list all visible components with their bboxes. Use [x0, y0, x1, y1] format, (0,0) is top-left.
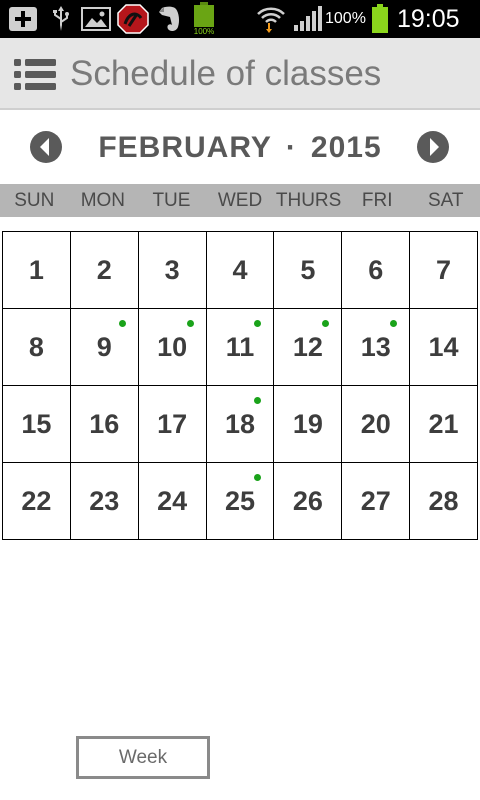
calendar-day-cell[interactable]: 5: [274, 232, 343, 309]
app-red-icon: [116, 4, 150, 34]
calendar-day-cell[interactable]: 16: [70, 386, 139, 463]
calendar-day-cell[interactable]: 20: [342, 386, 411, 463]
week-view-button[interactable]: Week: [76, 736, 210, 779]
day-number: 22: [21, 485, 52, 516]
day-number: 12: [292, 331, 323, 362]
weekday-wed: WED: [217, 190, 263, 211]
calendar-day-cell[interactable]: 7: [410, 232, 478, 309]
calendar-day-cell[interactable]: 26: [274, 463, 343, 540]
event-indicator-dot: [186, 320, 194, 327]
weekday-tue: TUE: [152, 190, 191, 211]
weekday-thurs: THURS: [275, 190, 342, 211]
day-number: 18: [224, 408, 256, 439]
month-year-separator: ·: [285, 131, 297, 164]
day-number: 9: [96, 331, 112, 362]
day-number: 23: [89, 485, 120, 516]
day-number: 20: [360, 408, 391, 439]
calendar-day-cell[interactable]: 28: [410, 463, 478, 540]
day-number: 14: [428, 331, 459, 362]
calendar-day-cell[interactable]: 17: [138, 386, 207, 463]
calendar-day-cell[interactable]: 8: [3, 309, 71, 386]
calendar-day-cell[interactable]: 25: [206, 463, 275, 540]
day-number: 26: [292, 485, 323, 516]
day-number: 10: [157, 331, 188, 362]
day-number: 4: [232, 254, 248, 285]
signal-icon: [292, 5, 324, 33]
calendar-day-cell[interactable]: 12: [274, 309, 343, 386]
calendar-day-cell[interactable]: 19: [274, 386, 343, 463]
weekday-fri: FRI: [361, 190, 393, 211]
day-number: 13: [360, 331, 391, 362]
event-indicator-dot: [118, 320, 126, 327]
add-icon: [6, 5, 40, 33]
weekday-header: SUN MON TUE WED THURS FRI SAT: [0, 184, 480, 217]
day-number: 2: [96, 254, 112, 285]
image-icon: [80, 5, 112, 33]
year: 2015: [310, 131, 382, 164]
day-number: 24: [157, 485, 188, 516]
weekday-sun: SUN: [14, 190, 55, 211]
calendar-day-cell[interactable]: 27: [342, 463, 411, 540]
calendar-day-cell[interactable]: 21: [410, 386, 478, 463]
calendar-day-cell[interactable]: 18: [206, 386, 275, 463]
calendar-day-cell[interactable]: 4: [206, 232, 275, 309]
event-indicator-dot: [390, 320, 398, 327]
evernote-icon: [154, 5, 184, 33]
month-navigation: FEBRUARY · 2015: [0, 112, 480, 182]
day-number: 7: [436, 254, 452, 285]
day-number: 16: [89, 408, 120, 439]
calendar-day-cell[interactable]: 9: [70, 309, 139, 386]
calendar-day-cell[interactable]: 2: [70, 232, 139, 309]
calendar-day-cell[interactable]: 13: [342, 309, 411, 386]
weekday-sat: SAT: [427, 190, 464, 211]
page-title: Schedule of classes: [70, 54, 382, 93]
calendar-day-cell[interactable]: 1: [3, 232, 71, 309]
day-number: 28: [428, 485, 459, 516]
event-indicator-dot: [254, 397, 262, 404]
svg-text:100%: 100%: [194, 27, 214, 35]
day-number: 19: [292, 408, 323, 439]
calendar-grid: 1 2 3 4 5 6 7 8 9 10 11 12 13 14 15 16 17 18 19 20 21 22 23 24 2…: [2, 231, 478, 540]
day-number: 5: [300, 254, 316, 285]
clock: 19:05: [397, 5, 460, 33]
day-number: 8: [28, 331, 44, 362]
event-indicator-dot: [322, 320, 330, 327]
day-number: 17: [157, 408, 188, 439]
day-number: 21: [428, 408, 459, 439]
calendar-day-cell[interactable]: 3: [138, 232, 207, 309]
calendar-day-cell[interactable]: 14: [410, 309, 478, 386]
event-indicator-dot: [254, 320, 262, 327]
day-number: 3: [164, 254, 180, 285]
battery-percent: 100%: [325, 10, 366, 27]
battery-app-icon: 100%: [190, 1, 218, 35]
app-bar: Schedule of classes: [0, 38, 480, 110]
month-year-label: FEBRUARY · 2015: [80, 112, 400, 182]
calendar-day-cell[interactable]: 22: [3, 463, 71, 540]
day-number: 6: [368, 254, 384, 285]
day-number: 27: [360, 485, 391, 516]
usb-icon: [48, 5, 74, 33]
calendar-day-cell[interactable]: 23: [70, 463, 139, 540]
calendar-day-cell[interactable]: 6: [342, 232, 411, 309]
calendar-day-cell[interactable]: 24: [138, 463, 207, 540]
day-number: 11: [225, 331, 255, 362]
day-number: 15: [21, 408, 52, 439]
month-name: FEBRUARY: [98, 131, 272, 164]
weekday-mon: MON: [80, 190, 126, 211]
wifi-icon: [256, 5, 286, 33]
chevron-left-circle-icon[interactable]: [29, 130, 63, 164]
calendar-day-cell[interactable]: 15: [3, 386, 71, 463]
event-indicator-dot: [254, 474, 262, 481]
calendar-day-cell[interactable]: 11: [206, 309, 275, 386]
calendar-day-cell[interactable]: 10: [138, 309, 207, 386]
menu-list-icon[interactable]: [14, 58, 58, 92]
chevron-right-circle-icon[interactable]: [416, 130, 450, 164]
battery-icon: [370, 3, 390, 35]
status-bar: 100% 100% 19:05: [0, 0, 480, 38]
day-number: 1: [28, 254, 44, 285]
day-number: 25: [224, 485, 256, 516]
